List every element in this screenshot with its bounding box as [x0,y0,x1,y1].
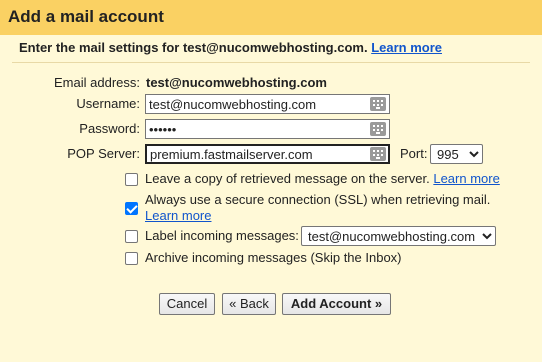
email-row: Email address: test@nucomwebhosting.com [0,74,542,96]
password-manager-icon[interactable] [370,122,386,136]
port-select[interactable]: 995 [430,144,483,164]
username-row: Username: [0,94,542,116]
ssl-option: Always use a secure connection (SSL) whe… [145,192,515,224]
leave-copy-option: Leave a copy of retrieved message on the… [145,171,500,187]
archive-checkbox[interactable] [125,252,138,265]
email-label: Email address: [54,75,140,90]
dialog-titlebar: Add a mail account [0,0,542,35]
leave-copy-learn-more-link[interactable]: Learn more [433,171,499,186]
password-input[interactable] [145,119,390,139]
add-account-button[interactable]: Add Account » [282,293,391,315]
password-row: Password: [0,119,542,141]
leave-copy-checkbox[interactable] [125,173,138,186]
username-label: Username: [76,96,140,111]
pop-server-input[interactable] [145,144,390,164]
label-incoming-checkbox[interactable] [125,230,138,243]
username-input[interactable] [145,94,390,114]
label-incoming-label: Label incoming messages: [145,228,299,243]
leave-copy-label: Leave a copy of retrieved message on the… [145,171,430,186]
dialog-title: Add a mail account [8,7,164,26]
label-incoming-select[interactable]: test@nucomwebhosting.com [301,226,496,246]
archive-label: Archive incoming messages (Skip the Inbo… [145,250,402,265]
divider [12,62,530,63]
pop-server-label: POP Server: [67,146,140,161]
ssl-label: Always use a secure connection (SSL) whe… [145,192,491,207]
email-value: test@nucomwebhosting.com [146,75,327,90]
intro-label: Enter the mail settings for test@nucomwe… [19,40,368,55]
back-button[interactable]: « Back [222,293,276,315]
cancel-button[interactable]: Cancel [159,293,215,315]
password-manager-icon[interactable] [370,147,386,161]
ssl-checkbox[interactable] [125,202,138,215]
intro-learn-more-link[interactable]: Learn more [371,40,442,55]
password-manager-icon[interactable] [370,97,386,111]
port-label: Port: [400,146,428,161]
password-label: Password: [79,121,140,136]
ssl-learn-more-link[interactable]: Learn more [145,208,211,223]
pop-server-row: POP Server: Port: 995 [0,144,542,166]
intro-text: Enter the mail settings for test@nucomwe… [19,40,442,55]
